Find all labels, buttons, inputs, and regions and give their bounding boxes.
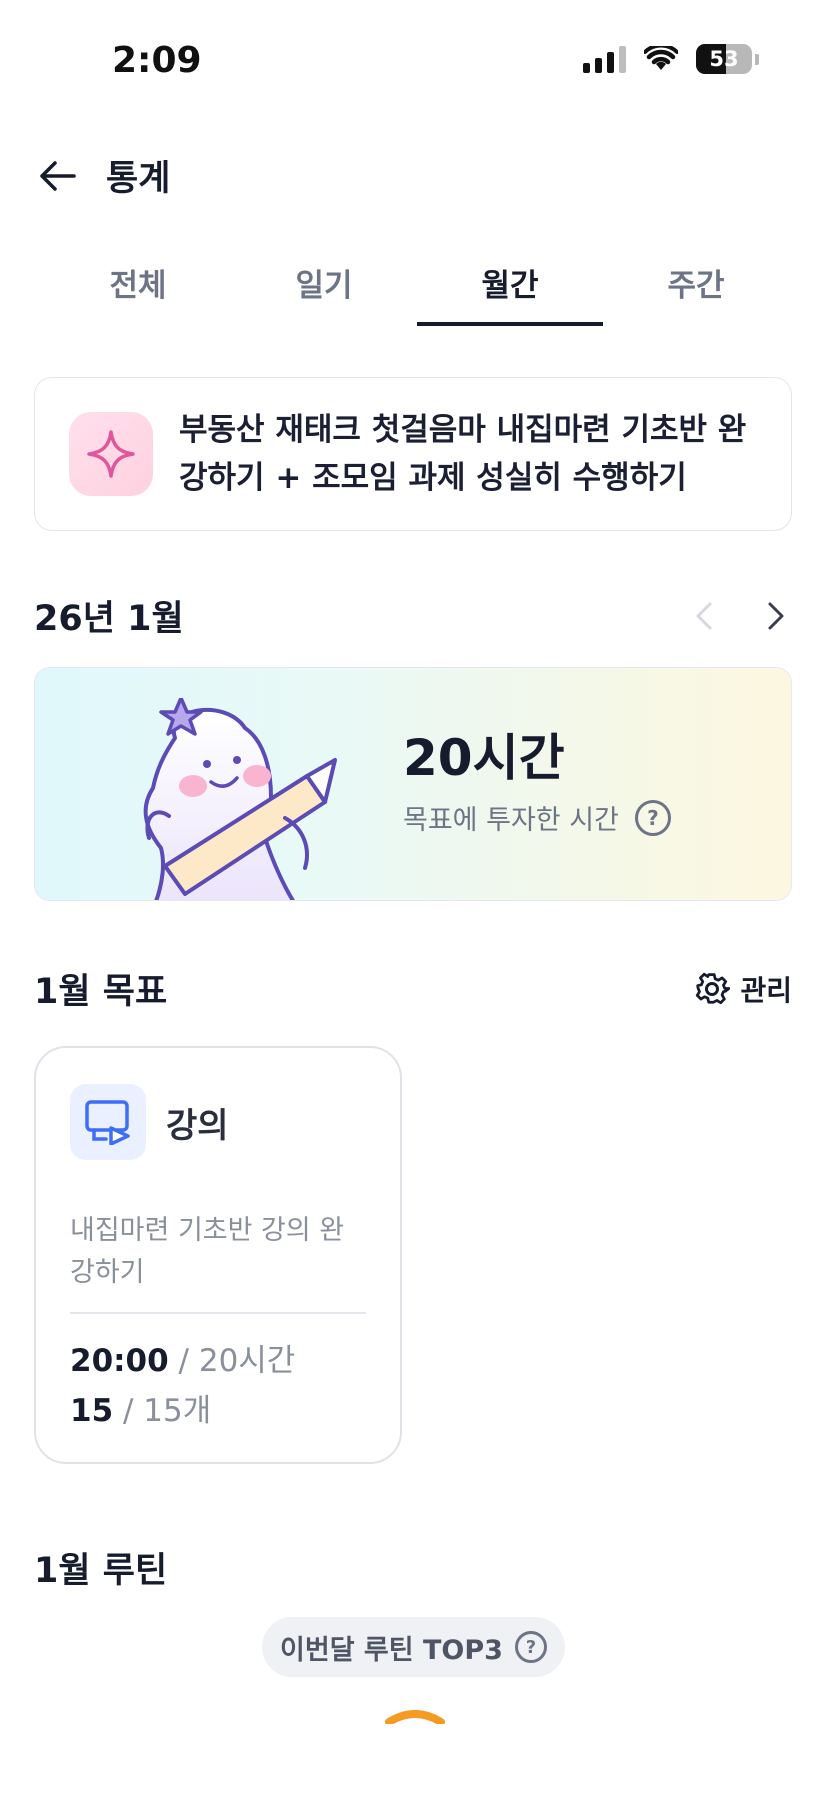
wifi-icon xyxy=(644,46,678,70)
sparkle-icon xyxy=(69,412,153,496)
goal-banner-text: 부동산 재태크 첫걸음마 내집마련 기초반 완 강하기 + 조모임 과제 성실히… xyxy=(179,406,746,502)
goal-count-stat: 15 / 15개 xyxy=(70,1386,366,1436)
routine-chart-arc xyxy=(385,1710,445,1724)
goal-card-head: 강의 xyxy=(70,1084,366,1160)
help-icon[interactable]: ? xyxy=(514,1631,547,1663)
prev-month-button[interactable] xyxy=(688,596,720,636)
divider xyxy=(70,1312,366,1314)
goal-card-description: 내집마련 기초반 강의 완 강하기 xyxy=(70,1210,366,1294)
next-month-button[interactable] xyxy=(760,596,792,636)
goal-banner-line2: 강하기 + 조모임 과제 성실히 수행하기 xyxy=(179,460,687,496)
time-invested-value: 20시간 xyxy=(403,729,565,787)
goal-card-desc-line1: 내집마련 기초반 강의 완 xyxy=(70,1215,345,1246)
tab-all[interactable]: 전체 xyxy=(45,250,231,328)
time-invested-card: 20시간 목표에 투자한 시간 ? xyxy=(34,667,792,901)
tab-bar: 전체 일기 월간 주간 xyxy=(45,250,789,328)
routine-title: 1월 루틴 xyxy=(34,1551,168,1591)
tab-weekly[interactable]: 주간 xyxy=(603,250,789,328)
time-invested-subtitle: 목표에 투자한 시간 xyxy=(403,805,619,836)
gear-icon xyxy=(696,972,731,1004)
routine-top3-label: 이번달 루틴 TOP3 xyxy=(280,1634,503,1666)
goal-card-desc-line2: 강하기 xyxy=(70,1257,145,1288)
back-button[interactable] xyxy=(36,154,80,198)
status-icons: 53 xyxy=(583,44,759,74)
battery-level: 53 xyxy=(709,47,739,71)
help-icon[interactable]: ? xyxy=(634,799,671,836)
battery-nub xyxy=(755,53,759,65)
time-invested-subtitle-row: 목표에 투자한 시간 ? xyxy=(403,798,671,837)
page-header: 통계 xyxy=(36,150,170,201)
goal-card-stats: 20:00 / 20시간 15 / 15개 xyxy=(70,1336,366,1436)
goal-count-done: 15 xyxy=(70,1393,114,1429)
month-nav xyxy=(688,596,792,636)
month-selector: 26년 1월 xyxy=(34,590,792,641)
arrow-left-icon xyxy=(40,160,76,191)
goal-count-total: / 15개 xyxy=(113,1393,212,1429)
goal-time-total: / 20시간 xyxy=(168,1343,296,1379)
goal-card-title: 강의 xyxy=(166,1105,229,1146)
goal-banner[interactable]: 부동산 재태크 첫걸음마 내집마련 기초반 완 강하기 + 조모임 과제 성실히… xyxy=(34,377,792,531)
goal-card[interactable]: 강의 내집마련 기초반 강의 완 강하기 20:00 / 20시간 15 / 1… xyxy=(34,1046,402,1464)
goal-banner-line1: 부동산 재태크 첫걸음마 내집마련 기초반 완 xyxy=(179,412,747,448)
routine-top3-pill[interactable]: 이번달 루틴 TOP3 ? xyxy=(262,1617,565,1677)
page-title: 통계 xyxy=(106,159,171,199)
status-bar: 2:09 53 xyxy=(0,0,827,120)
goal-time-done: 20:00 xyxy=(70,1343,169,1379)
manage-label: 관리 xyxy=(740,973,792,1007)
status-time: 2:09 xyxy=(112,40,202,81)
tab-monthly[interactable]: 월간 xyxy=(417,250,603,328)
monthly-goals-title: 1월 목표 xyxy=(34,972,168,1012)
tab-diary[interactable]: 일기 xyxy=(231,250,417,328)
lecture-icon xyxy=(70,1084,146,1160)
cellular-signal-icon xyxy=(583,45,626,73)
month-label: 26년 1월 xyxy=(34,599,184,639)
battery-icon: 53 xyxy=(696,44,752,74)
mascot-illustration xyxy=(143,698,337,900)
manage-button[interactable]: 관리 xyxy=(694,969,792,1009)
goal-time-stat: 20:00 / 20시간 xyxy=(70,1336,366,1386)
chevron-left-icon xyxy=(696,602,712,629)
monthly-goals-header: 1월 목표 관리 xyxy=(34,963,792,1014)
chevron-right-icon xyxy=(768,602,784,629)
